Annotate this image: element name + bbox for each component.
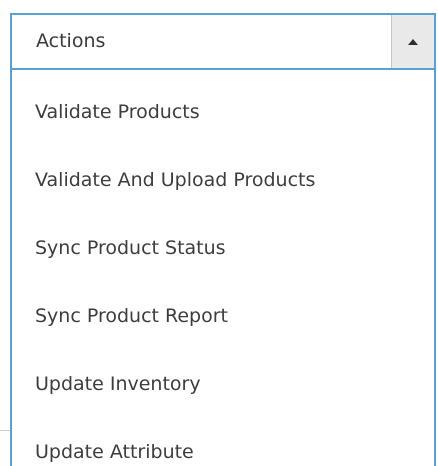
actions-dropdown-label: Actions — [36, 30, 106, 52]
dropdown-arrow-button[interactable] — [391, 15, 434, 68]
caret-up-icon — [408, 38, 418, 45]
menu-item-update-attribute[interactable]: Update Attribute — [12, 418, 434, 466]
actions-dropdown: Actions Validate Products Validate And U… — [10, 13, 436, 466]
page: Actions Validate Products Validate And U… — [0, 0, 438, 466]
menu-item-validate-and-upload-products[interactable]: Validate And Upload Products — [12, 146, 434, 214]
menu-item-sync-product-report[interactable]: Sync Product Report — [12, 282, 434, 350]
menu-item-validate-products[interactable]: Validate Products — [12, 78, 434, 146]
actions-dropdown-toggle[interactable]: Actions — [10, 13, 436, 70]
menu-item-sync-product-status[interactable]: Sync Product Status — [12, 214, 434, 282]
menu-item-update-inventory[interactable]: Update Inventory — [12, 350, 434, 418]
actions-menu: Validate Products Validate And Upload Pr… — [10, 70, 436, 466]
